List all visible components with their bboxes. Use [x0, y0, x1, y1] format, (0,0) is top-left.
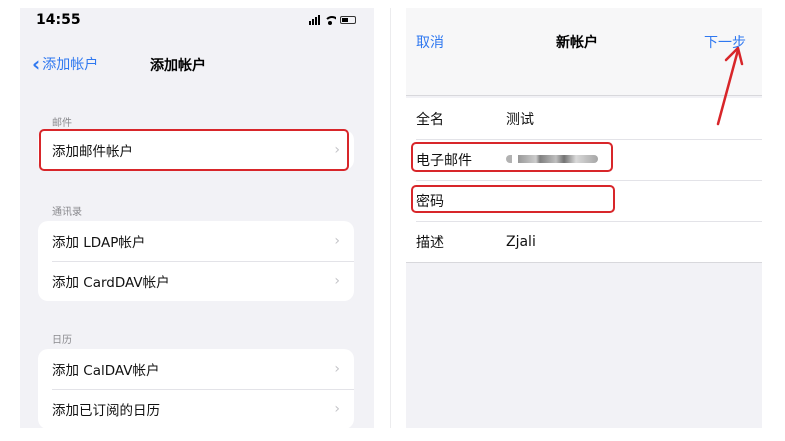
row-label: 添加 CalDAV帐户 [52, 363, 160, 379]
battery-icon [340, 16, 356, 24]
field-label: 电子邮件 [416, 152, 472, 169]
email-field[interactable]: 电子邮件 [406, 139, 762, 180]
field-label: 描述 [416, 234, 444, 251]
section-label-contacts: 通讯录 [52, 207, 82, 218]
chevron-right-icon: › [334, 273, 340, 289]
field-label: 密码 [416, 193, 444, 210]
wifi-icon [324, 15, 336, 25]
nav-bar: ‹ 添加帐户 添加帐户 [20, 48, 374, 78]
calendar-group: 添加 CalDAV帐户 › 添加已订阅的日历 › [38, 349, 354, 429]
field-label: 全名 [416, 111, 444, 128]
page-title: 添加帐户 [150, 58, 206, 74]
add-carddav-account-row[interactable]: 添加 CardDAV帐户 › [38, 261, 354, 301]
status-bar: 14:55 [20, 8, 374, 34]
status-time: 14:55 [36, 12, 81, 28]
cancel-button[interactable]: 取消 [416, 32, 444, 52]
chevron-right-icon: › [334, 361, 340, 377]
chevron-left-icon: ‹ [32, 52, 41, 76]
add-subscribed-calendar-row[interactable]: 添加已订阅的日历 › [38, 389, 354, 429]
add-account-panel: 14:55 ‹ 添加帐户 添加帐户 邮件 添加邮件帐户 › 通讯录 添加 LDA… [20, 8, 374, 429]
row-label: 添加邮件帐户 [52, 144, 133, 160]
row-label: 添加 LDAP帐户 [52, 235, 146, 251]
status-icons [309, 15, 356, 25]
mail-group: 添加邮件帐户 › [38, 130, 354, 170]
section-label-calendar: 日历 [52, 335, 72, 346]
red-arrow-icon [716, 46, 744, 126]
chevron-right-icon: › [334, 401, 340, 417]
name-value: 测试 [506, 111, 534, 128]
redacted-email-value [506, 155, 598, 163]
add-mail-account-row[interactable]: 添加邮件帐户 › [38, 130, 354, 170]
section-label-mail: 邮件 [52, 118, 72, 129]
chevron-right-icon: › [334, 233, 340, 249]
cellular-signal-icon [309, 15, 320, 25]
add-caldav-account-row[interactable]: 添加 CalDAV帐户 › [38, 349, 354, 389]
chevron-right-icon: › [334, 142, 340, 158]
row-label: 添加已订阅的日历 [52, 403, 160, 419]
add-ldap-account-row[interactable]: 添加 LDAP帐户 › [38, 221, 354, 261]
new-account-title: 新帐户 [556, 35, 598, 51]
contacts-group: 添加 LDAP帐户 › 添加 CardDAV帐户 › [38, 221, 354, 301]
back-label: 添加帐户 [42, 57, 99, 73]
password-input[interactable] [506, 188, 736, 214]
back-button[interactable]: ‹ 添加帐户 [32, 54, 98, 74]
divider [390, 8, 391, 428]
description-field[interactable]: 描述 Zjali [406, 221, 762, 262]
password-field[interactable]: 密码 [406, 180, 762, 221]
description-value: Zjali [506, 233, 536, 250]
row-label: 添加 CardDAV帐户 [52, 275, 170, 291]
